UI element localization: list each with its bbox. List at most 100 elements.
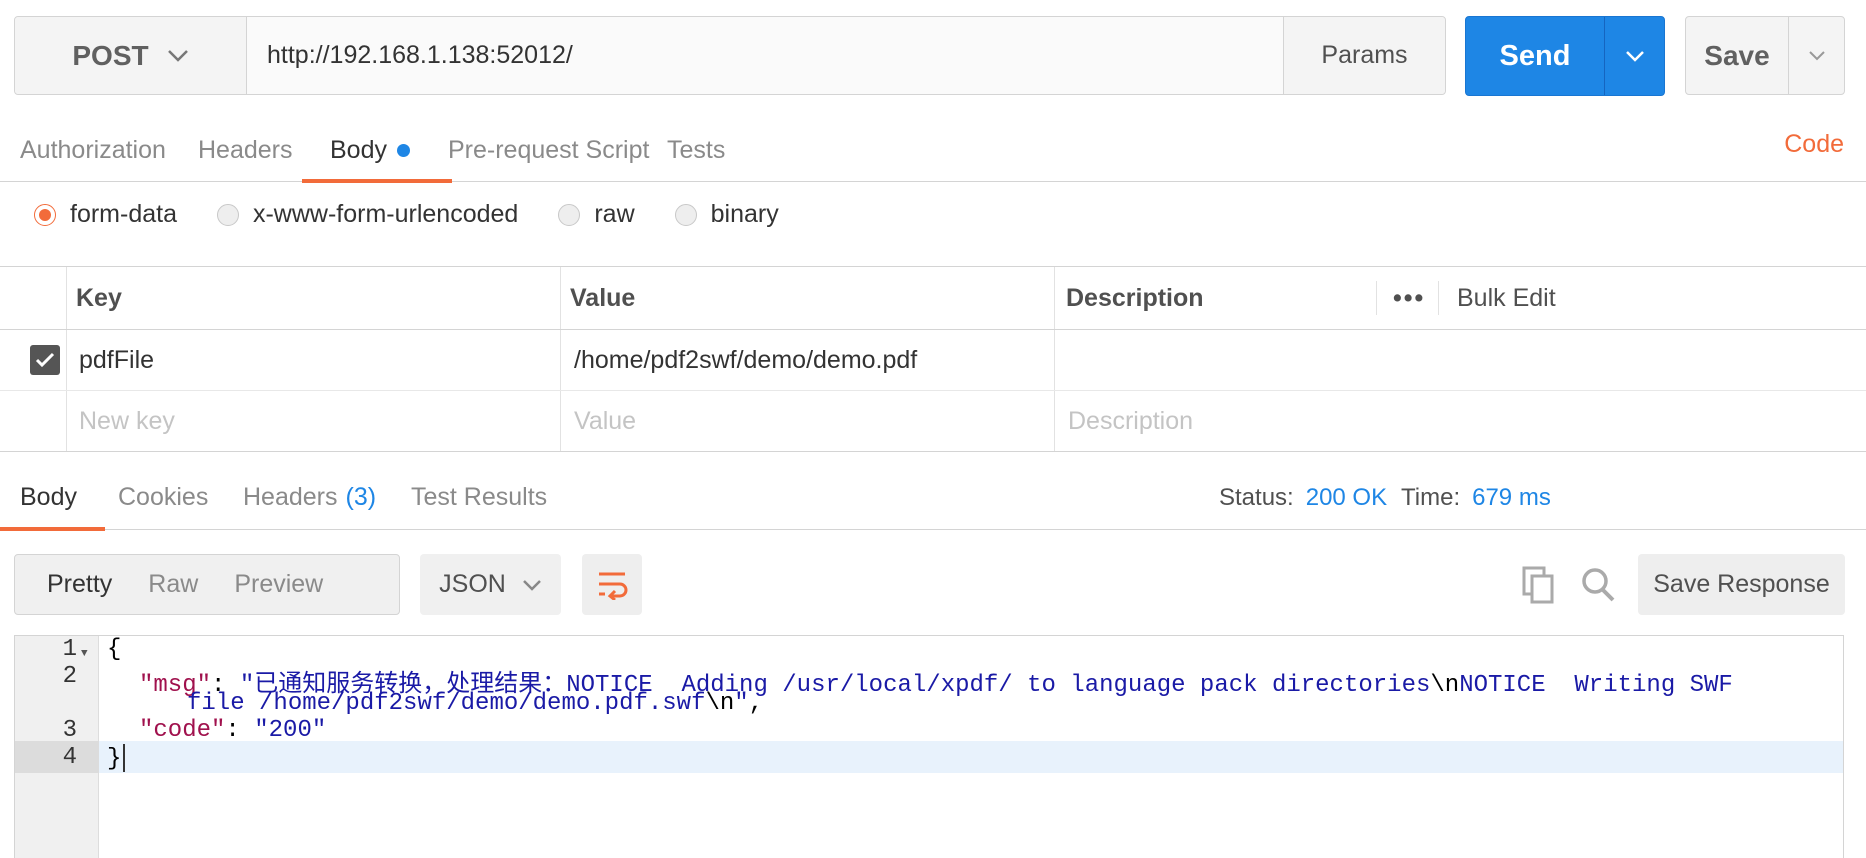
form-data-table: Key Value Description ••• Bulk Edit pdfF… bbox=[0, 266, 1866, 452]
tab-label: Headers bbox=[198, 136, 293, 164]
tab-label: Headers bbox=[243, 483, 338, 511]
response-status: Status: 200 OK bbox=[1219, 466, 1387, 529]
wrap-lines-icon bbox=[599, 572, 628, 600]
method-label: POST bbox=[72, 39, 149, 71]
pretty-button[interactable]: Pretty bbox=[29, 570, 130, 599]
radio-label: binary bbox=[710, 200, 779, 228]
active-line-highlight bbox=[99, 741, 1843, 773]
radio-icon bbox=[674, 203, 697, 226]
send-button-group: Send bbox=[1465, 16, 1665, 96]
headers-count-badge: (3) bbox=[345, 483, 377, 511]
request-bar: POST http://192.168.1.138:52012/ Params bbox=[14, 16, 1446, 95]
chevron-down-icon bbox=[167, 49, 188, 62]
json-string: NOTICE Writing SWF bbox=[1459, 672, 1733, 699]
url-input[interactable]: http://192.168.1.138:52012/ bbox=[247, 17, 1283, 94]
status-label: Status: bbox=[1219, 483, 1294, 511]
response-tabs: Body Cookies Headers (3) Test Results bbox=[0, 466, 1866, 531]
description-field[interactable] bbox=[1068, 330, 1848, 390]
response-tab-headers[interactable]: Headers (3) bbox=[243, 466, 376, 529]
column-header-key: Key bbox=[76, 283, 122, 312]
preview-button[interactable]: Preview bbox=[216, 570, 341, 599]
response-view-toggle: Pretty Raw Preview bbox=[14, 554, 400, 615]
tab-headers[interactable]: Headers bbox=[198, 120, 293, 181]
line-number: 2 bbox=[62, 663, 77, 690]
json-key: "code" bbox=[139, 717, 226, 744]
radio-selected-icon bbox=[34, 203, 56, 226]
tab-label: Body bbox=[330, 136, 387, 164]
save-options-button[interactable] bbox=[1788, 17, 1844, 94]
body-type-radios: form-data x-www-form-urlencoded raw bina… bbox=[34, 200, 819, 229]
params-button[interactable]: Params bbox=[1283, 17, 1445, 94]
text-cursor bbox=[123, 744, 126, 772]
code-line: } bbox=[107, 744, 126, 773]
tab-tests[interactable]: Tests bbox=[667, 120, 725, 181]
table-row: pdfFile /home/pdf2swf/demo/demo.pdf bbox=[0, 330, 1866, 391]
save-button-group: Save bbox=[1685, 16, 1845, 95]
new-value-input[interactable]: Value bbox=[574, 391, 636, 452]
code-link[interactable]: Code bbox=[1784, 130, 1844, 159]
line-number: 1 bbox=[62, 636, 77, 663]
radio-label: raw bbox=[594, 200, 635, 228]
escape-sequence: \n bbox=[705, 690, 735, 717]
send-options-button[interactable] bbox=[1604, 17, 1664, 95]
response-time: Time: 679 ms bbox=[1401, 466, 1551, 529]
escape-sequence: \n bbox=[1430, 672, 1460, 699]
value-field[interactable]: /home/pdf2swf/demo/demo.pdf bbox=[574, 330, 917, 390]
tab-prerequest-script[interactable]: Pre-request Script bbox=[448, 120, 649, 181]
fold-arrow-icon[interactable]: ▼ bbox=[81, 648, 88, 660]
wrap-lines-button[interactable] bbox=[582, 554, 642, 615]
bulk-edit-link[interactable]: Bulk Edit bbox=[1457, 267, 1556, 329]
tab-label: Test Results bbox=[411, 483, 548, 511]
json-string: "200" bbox=[254, 717, 327, 744]
brace: { bbox=[107, 636, 122, 663]
chevron-down-icon bbox=[522, 579, 541, 591]
json-string: file /home/pdf2swf/demo/demo.pdf.swf bbox=[187, 690, 706, 717]
chevron-down-icon bbox=[1808, 51, 1825, 61]
brace: } bbox=[107, 745, 122, 773]
raw-button[interactable]: Raw bbox=[130, 570, 216, 599]
tab-label: Pre-request Script bbox=[448, 136, 650, 164]
radio-icon bbox=[216, 203, 239, 226]
response-body-editor[interactable]: 1 ▼ 2 3 4 { "msg": "已通知服务转换，处理结果：NOTICE … bbox=[14, 635, 1844, 858]
response-tab-cookies[interactable]: Cookies bbox=[118, 466, 208, 529]
radio-form-data[interactable]: form-data bbox=[34, 200, 177, 229]
response-tab-body[interactable]: Body bbox=[0, 466, 105, 531]
radio-raw[interactable]: raw bbox=[558, 200, 635, 229]
response-tab-test-results[interactable]: Test Results bbox=[411, 466, 547, 529]
modified-dot-icon bbox=[396, 144, 410, 157]
method-select[interactable]: POST bbox=[15, 17, 247, 94]
code-line: "code": "200" bbox=[139, 717, 327, 744]
more-options-icon[interactable]: ••• bbox=[1393, 267, 1425, 329]
search-icon[interactable] bbox=[1580, 566, 1616, 604]
request-tabs: Authorization Headers Body Pre-request S… bbox=[0, 120, 1866, 183]
radio-binary[interactable]: binary bbox=[674, 200, 779, 229]
key-field[interactable]: pdfFile bbox=[79, 330, 154, 390]
line-number: 3 bbox=[62, 717, 77, 744]
time-label: Time: bbox=[1401, 483, 1461, 511]
chevron-down-icon bbox=[1625, 51, 1644, 62]
tab-label: Body bbox=[20, 483, 77, 511]
tab-label: Authorization bbox=[20, 136, 166, 164]
time-value[interactable]: 679 ms bbox=[1472, 484, 1551, 512]
status-value[interactable]: 200 OK bbox=[1306, 484, 1387, 512]
checkbox-checked-icon bbox=[30, 345, 60, 375]
format-select[interactable]: JSON bbox=[420, 554, 561, 615]
column-header-value: Value bbox=[570, 283, 636, 312]
radio-label: x-www-form-urlencoded bbox=[252, 200, 519, 228]
send-button[interactable]: Send bbox=[1466, 17, 1604, 95]
tab-authorization[interactable]: Authorization bbox=[20, 120, 166, 181]
save-button[interactable]: Save bbox=[1686, 17, 1788, 94]
tab-label: Cookies bbox=[118, 483, 209, 511]
new-description-input[interactable]: Description bbox=[1068, 391, 1193, 452]
tab-label: Tests bbox=[667, 136, 726, 164]
code-line-wrapped: file /home/pdf2swf/demo/demo.pdf.swf\n", bbox=[187, 690, 764, 717]
copy-icon[interactable] bbox=[1522, 566, 1556, 604]
save-response-button[interactable]: Save Response bbox=[1638, 554, 1845, 615]
format-label: JSON bbox=[439, 570, 506, 598]
radio-urlencoded[interactable]: x-www-form-urlencoded bbox=[216, 200, 519, 229]
line-number: 4 bbox=[62, 744, 77, 771]
tab-body[interactable]: Body bbox=[302, 120, 452, 183]
new-key-input[interactable]: New key bbox=[79, 391, 175, 452]
column-header-description: Description bbox=[1066, 283, 1204, 312]
row-checkbox[interactable] bbox=[30, 330, 60, 390]
